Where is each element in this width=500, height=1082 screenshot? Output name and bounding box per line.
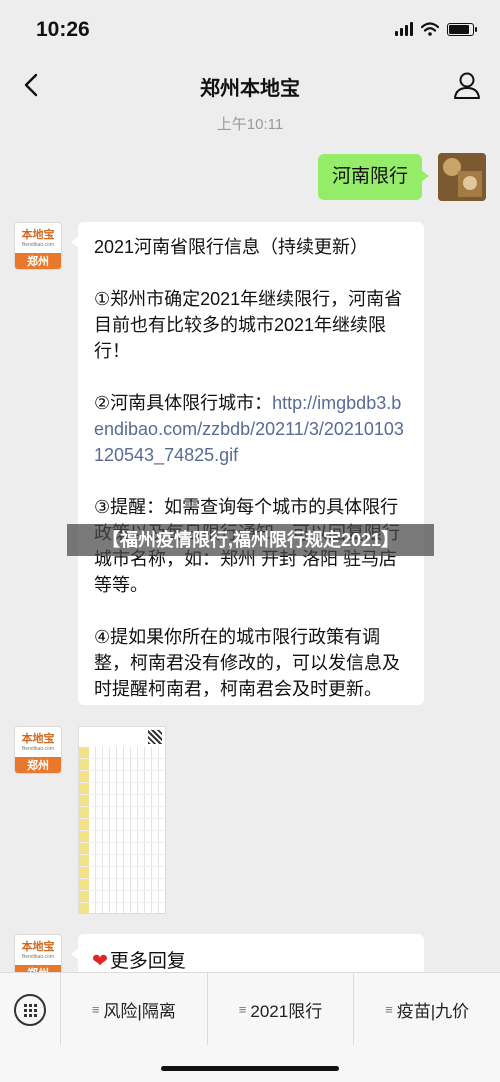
table-image-row [79,795,165,807]
more-replies-label: 更多回复 [109,951,186,972]
menu-item-vaccine[interactable]: ≡ 疫苗|九价 [353,973,500,1045]
bot-logo-name: 本地宝 [21,941,55,953]
table-image-row [79,891,165,903]
battery-level [449,24,469,34]
qr-code-icon [148,730,162,744]
menu-item-risk-isolation[interactable]: ≡ 风险|隔离 [60,973,207,1045]
back-button[interactable] [14,68,48,102]
bot-avatar[interactable]: 本地宝 Bendibao.com 郑州 [14,222,62,270]
bot-logo-city: 郑州 [15,253,61,269]
menu-lines-icon: ≡ [238,1001,247,1017]
bot-logo-url: Bendibao.com [22,746,54,752]
table-image-row [79,855,165,867]
avatar-image [438,153,486,201]
user-avatar[interactable] [438,153,486,201]
menu-item-label: 2021限行 [250,1001,323,1021]
outgoing-message-bubble[interactable]: 河南限行 [317,154,430,200]
info-message-bubble[interactable]: 2021河南省限行信息（持续更新） ①郑州市确定2021年继续限行，河南省目前也… [71,222,424,705]
person-icon [454,72,480,99]
page-title: 郑州本地宝 [200,78,300,100]
status-bar: 10:26 [0,0,500,58]
wifi-icon [421,22,439,36]
signal-icon [395,22,413,36]
menu-item-label: 风险|隔离 [103,1001,176,1021]
table-image-row [79,843,165,855]
info-item-4: ④提如果你所在的城市限行政策有调整，柯南君没有修改的，可以发信息及时提醒柯南君，… [94,627,400,699]
table-image-row [79,759,165,771]
table-image-row [79,867,165,879]
battery-icon [447,22,477,36]
info-item-2-prefix: ②河南具体限行城市： [94,393,273,413]
menu-item-traffic-limit[interactable]: ≡ 2021限行 [206,973,354,1045]
message-timestamp: 上午10:11 [216,116,284,133]
bot-avatar[interactable]: 本地宝 Bendibao.com 郑州 [14,726,62,774]
table-image-row [79,807,165,819]
table-image-row [79,903,165,913]
bot-logo-url: Bendibao.com [22,954,54,960]
table-image-row [79,879,165,891]
bot-logo-city: 郑州 [15,757,61,773]
overlay-caption: 【福州疫情限行,福州限行规定2021】 [67,524,434,556]
profile-button[interactable] [452,70,482,100]
table-image-row [79,831,165,843]
home-indicator [161,1066,339,1071]
chevron-left-icon [24,73,38,97]
bot-logo-name: 本地宝 [21,229,55,241]
menu-lines-icon: ≡ [91,1001,100,1017]
keyboard-icon [23,1003,37,1017]
info-item-1: ①郑州市确定2021年继续限行，河南省目前也有比较多的城市2021年继续限行！ [94,289,403,361]
info-item-2: ②河南具体限行城市：http://imgbdb3.bendibao.com/zz… [94,390,408,468]
limit-table-image[interactable] [78,726,166,914]
nav-bar: 郑州本地宝 [0,58,500,112]
menu-item-label: 疫苗|九价 [396,1001,470,1021]
keyboard-toggle-button[interactable] [14,994,46,1026]
status-time: 10:26 [36,18,90,41]
menu-lines-icon: ≡ [385,1001,393,1017]
info-title: 2021河南省限行信息（持续更新） [94,237,369,257]
bot-logo-name: 本地宝 [21,733,55,745]
table-image-row [79,771,165,783]
table-image-row [79,783,165,795]
service-menu: ≡ 风险|隔离 ≡ 2021限行 ≡ 疫苗|九价 [60,973,500,1045]
bot-logo-url: Bendibao.com [22,242,54,248]
table-image-header [79,727,165,747]
table-image-row [79,747,165,759]
status-icons [395,22,477,36]
heart-icon: ❤ [92,951,108,972]
table-image-row [79,819,165,831]
